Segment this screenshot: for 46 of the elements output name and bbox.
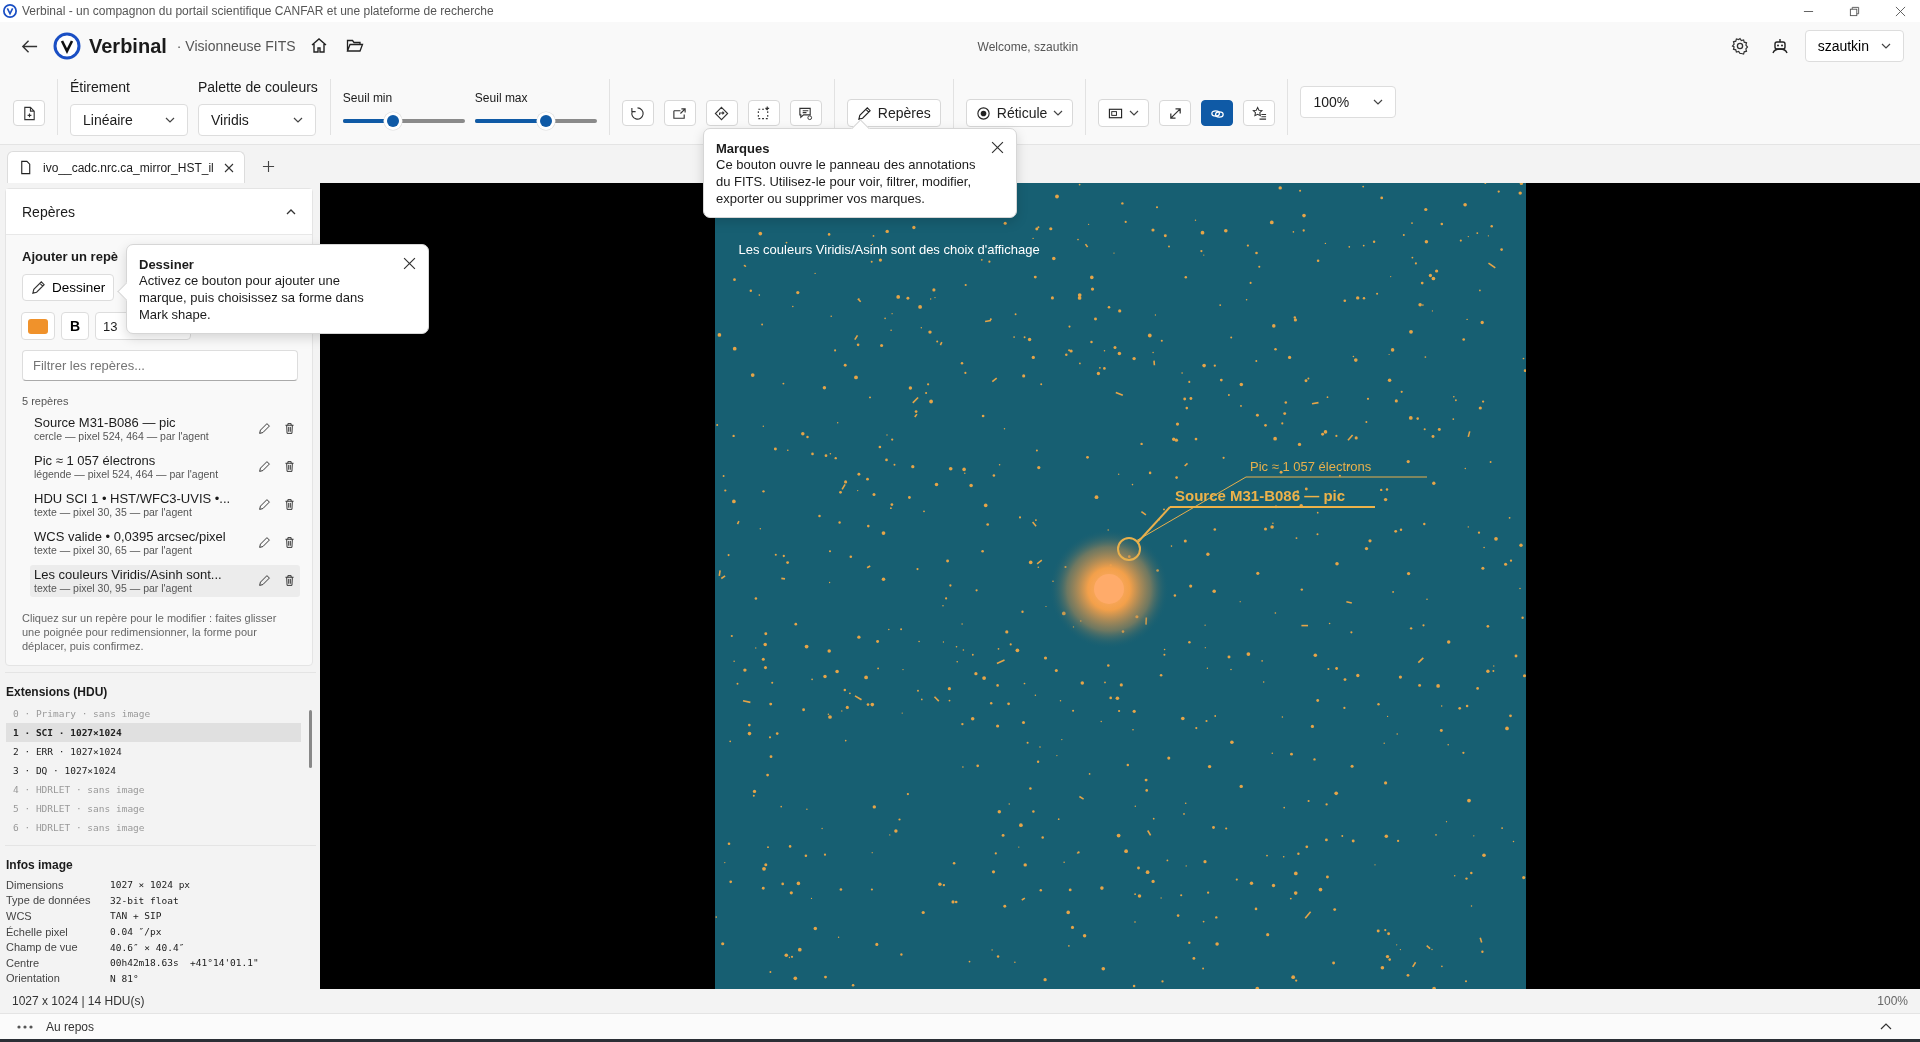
mark-detail: légende — pixel 524, 464 — par l'agent (34, 468, 220, 480)
panel-title: Repères (22, 203, 75, 220)
tooltip-title: Dessiner (139, 257, 195, 272)
window-title: Verbinal - un compagnon du portail scientifique CANFAR et une plateforme de recherche (22, 4, 494, 18)
section-title: Extensions (HDU) (6, 685, 109, 699)
mark-title: Les couleurs Viridis/Asinh sont... (34, 567, 223, 582)
app-name: Verbinal (89, 34, 167, 58)
tab-label: ivo__cadc.nrc.ca_mirror_HST_il (43, 160, 214, 175)
mark-title: Pic ≈ 1 057 électrons (34, 453, 157, 468)
mark-title: Source M31-B086 — pic (34, 415, 177, 430)
mark-title: HDU SCI 1 • HST/WFC3-UVIS •... (34, 491, 232, 506)
mark-detail: texte — pixel 30, 95 — par l'agent (34, 582, 193, 594)
info-key: Champ de vue (6, 941, 110, 954)
add-mark-heading: Ajouter un repè (22, 249, 119, 264)
info-key: Échelle pixel (6, 925, 110, 938)
info-value: 32-bit float (110, 894, 179, 906)
info-value: 1027 × 1024 px (110, 879, 191, 891)
palette-label: Palette de couleurs (198, 78, 318, 95)
info-key: Type de données (6, 894, 110, 907)
threshold-label: Seuil max (474, 91, 529, 105)
info-value: 00h42m18.63s +41°14'01.1" (110, 957, 259, 969)
status-zoom: 100% (1877, 994, 1908, 1008)
info-value: TAN + SIP (110, 910, 162, 922)
welcome-text: Welcome, szautkin (977, 39, 1079, 54)
tooltip-text: Activez ce bouton pour ajouter une marque, puis choisissez sa forme dans Mark shape. (139, 272, 365, 323)
info-key: WCS (6, 910, 110, 922)
mark-detail: texte — pixel 30, 65 — par l'agent (34, 544, 193, 556)
tooltip-text: Ce bouton ouvre le panneau des annotations du FITS. Utilisez-le pour voir, filtrer, modifier, exporter ou supprimer vos marques. (716, 156, 976, 207)
mark-detail: texte — pixel 30, 35 — par l'agent (34, 506, 193, 518)
help-text: Cliquez sur un repère pour le modifier : faites glisser une poignée pour redimensionner, la forme pour déplacer, puis confirmez. (22, 611, 278, 653)
activity-status: Au repos (46, 1019, 95, 1034)
tooltip-title: Marques (716, 141, 771, 156)
mark-title: WCS valide • 0,0395 arcsec/pixel (34, 529, 227, 544)
mark-count: 5 repères (22, 395, 69, 407)
info-key: Orientation (6, 972, 110, 985)
threshold-label: Seuil min (342, 91, 394, 105)
info-key: Centre (6, 956, 110, 969)
app-subtitle: · Visionneuse FITS (176, 38, 296, 54)
info-value: 40.6″ × 40.4″ (110, 941, 185, 953)
info-value: 0.04 ″/px (110, 926, 162, 938)
status-info: 1027 x 1024 | 14 HDU(s) (12, 994, 145, 1008)
stretch-label: Étirement (70, 78, 131, 95)
info-value: N 81° (110, 972, 139, 984)
info-key: Dimensions (6, 878, 110, 891)
mark-detail: cercle — pixel 524, 464 — par l'agent (34, 430, 210, 442)
section-title: Infos image (6, 858, 74, 872)
